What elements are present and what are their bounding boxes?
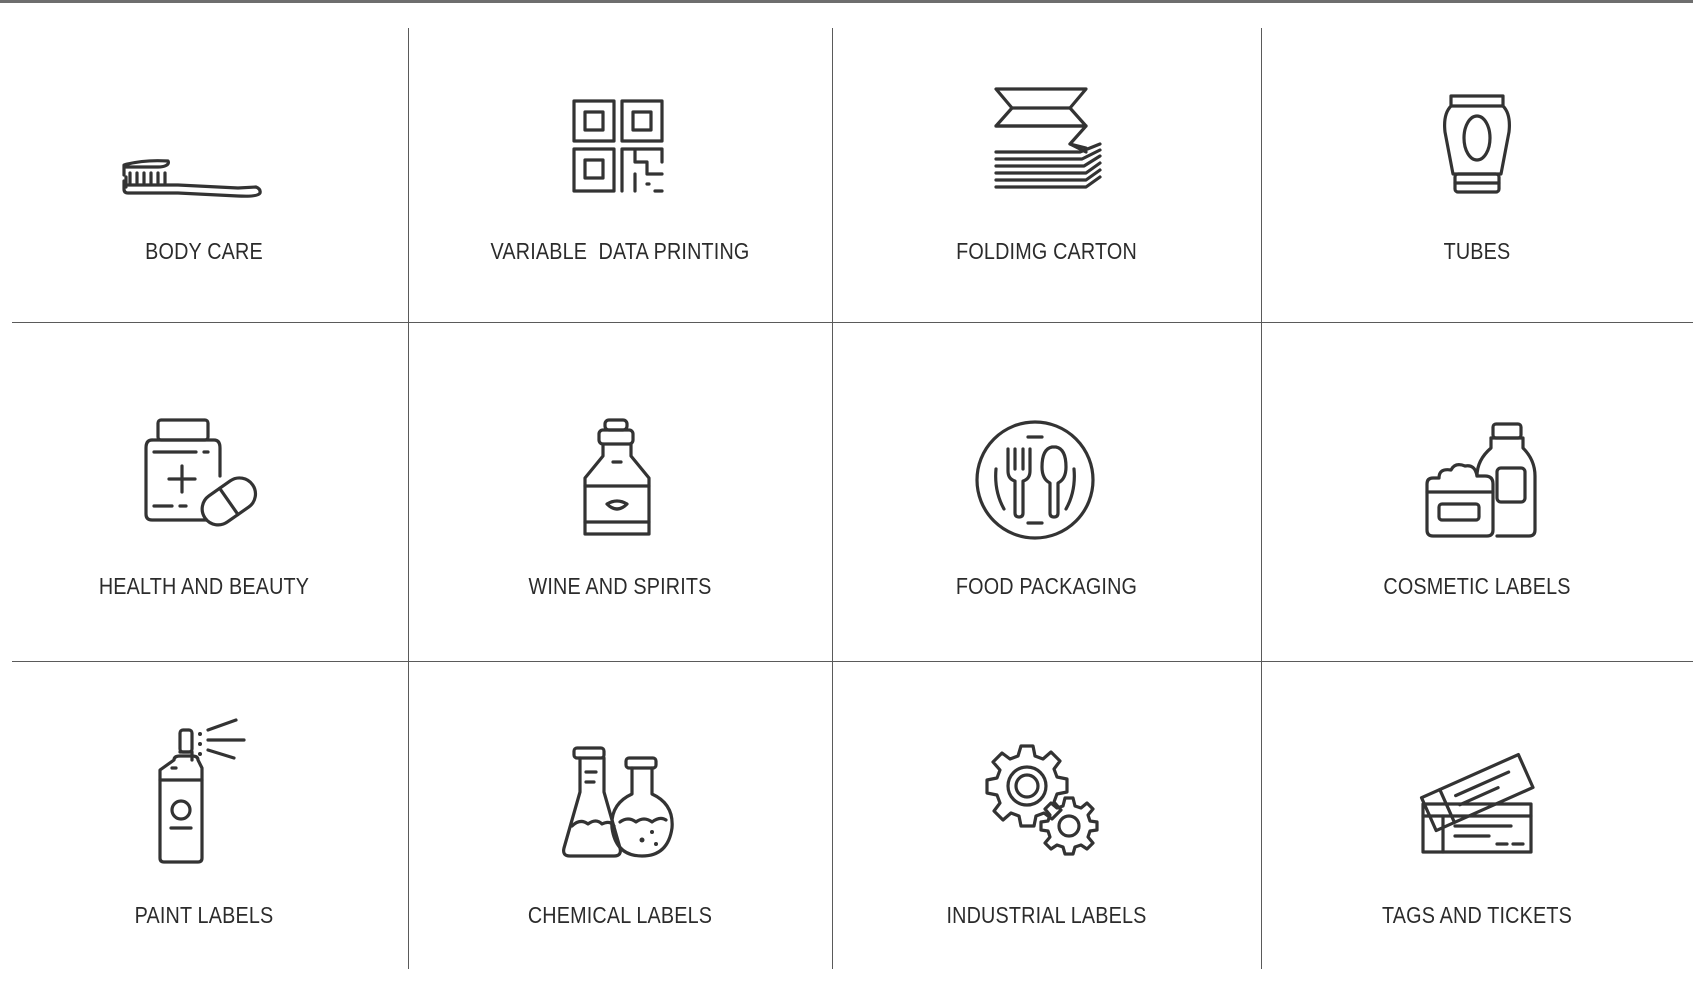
spray-can-icon bbox=[158, 718, 246, 864]
plate-cutlery-icon bbox=[975, 420, 1095, 540]
category-label: FOOD PACKAGING bbox=[955, 573, 1138, 599]
category-tile-tags-and-tickets[interactable]: TAGS AND TICKETS bbox=[1261, 662, 1693, 968]
category-tile-health-and-beauty[interactable]: HEALTH AND BEAUTY bbox=[0, 323, 408, 661]
category-tile-variable-data-printing[interactable]: VARIABLE DATA PRINTING bbox=[408, 28, 832, 322]
category-grid: BODY CARE VARIABLE DATA PRINTING FOLDIMG… bbox=[0, 0, 1693, 992]
category-label: COSMETIC LABELS bbox=[1383, 573, 1571, 599]
category-tile-wine-and-spirits[interactable]: WINE AND SPIRITS bbox=[408, 323, 832, 661]
tube-icon bbox=[1443, 94, 1511, 194]
category-label: TUBES bbox=[1443, 238, 1511, 264]
qr-code-icon bbox=[572, 99, 664, 193]
category-tile-cosmetic-labels[interactable]: COSMETIC LABELS bbox=[1261, 323, 1693, 661]
category-tile-folding-carton[interactable]: FOLDIMG CARTON bbox=[832, 28, 1261, 322]
category-label: FOLDIMG CARTON bbox=[956, 238, 1137, 264]
folding-carton-icon bbox=[994, 87, 1102, 189]
bottle-icon bbox=[583, 418, 651, 536]
category-label: VARIABLE DATA PRINTING bbox=[490, 238, 750, 264]
category-tile-food-packaging[interactable]: FOOD PACKAGING bbox=[832, 323, 1261, 661]
category-label: CHEMICAL LABELS bbox=[527, 902, 713, 928]
category-label: PAINT LABELS bbox=[134, 902, 274, 928]
category-tile-chemical-labels[interactable]: CHEMICAL LABELS bbox=[408, 662, 832, 968]
category-label: HEALTH AND BEAUTY bbox=[98, 573, 310, 599]
chemical-flask-icon bbox=[562, 746, 674, 858]
toothbrush-icon bbox=[122, 159, 262, 198]
category-label: BODY CARE bbox=[145, 238, 263, 264]
category-tile-body-care[interactable]: BODY CARE bbox=[0, 28, 408, 322]
category-tile-tubes[interactable]: TUBES bbox=[1261, 28, 1693, 322]
category-tile-industrial-labels[interactable]: INDUSTRIAL LABELS bbox=[832, 662, 1261, 968]
cosmetic-jar-icon bbox=[1425, 422, 1537, 538]
category-label: WINE AND SPIRITS bbox=[528, 573, 712, 599]
category-label: TAGS AND TICKETS bbox=[1382, 902, 1572, 928]
category-label: INDUSTRIAL LABELS bbox=[946, 902, 1147, 928]
category-tile-paint-labels[interactable]: PAINT LABELS bbox=[0, 662, 408, 968]
tickets-icon bbox=[1419, 752, 1535, 854]
gears-icon bbox=[985, 744, 1099, 856]
medicine-bottle-icon bbox=[144, 418, 258, 527]
